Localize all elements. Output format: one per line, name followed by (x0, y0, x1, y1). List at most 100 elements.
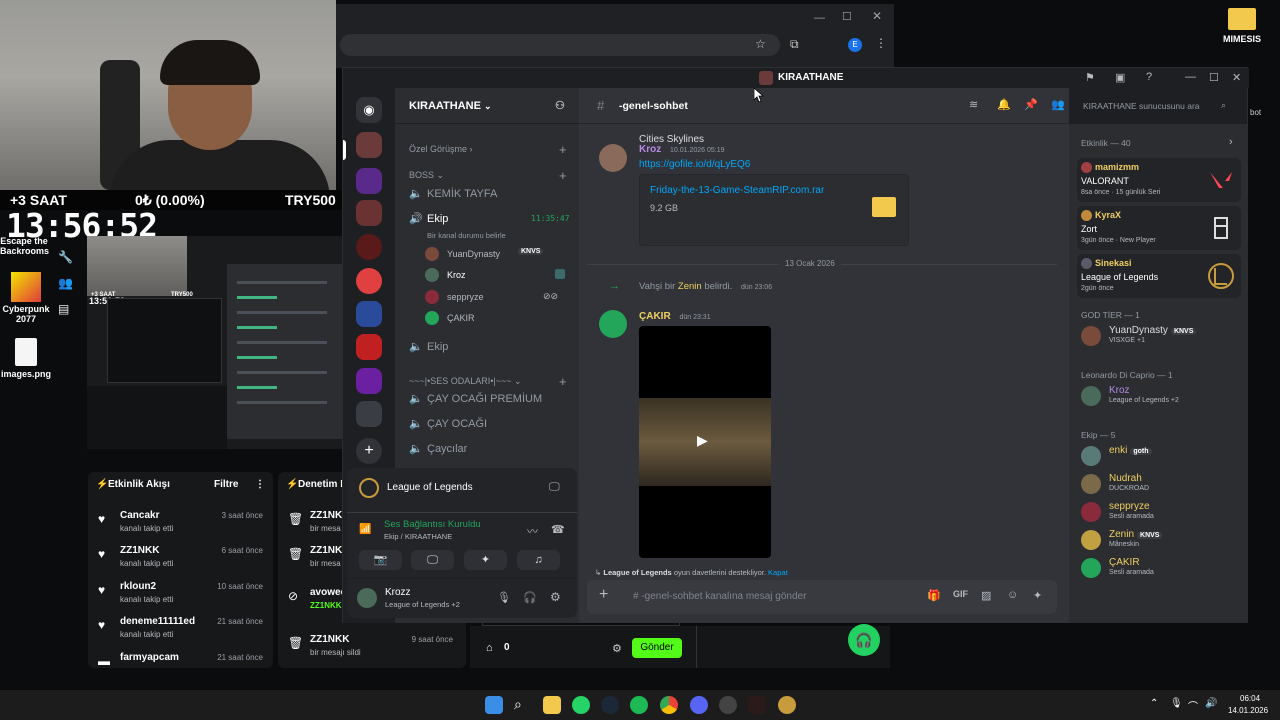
feed-item[interactable]: ♥ Cancakr kanalı takip etti 3 saat önce (88, 508, 273, 542)
headset-support-button[interactable]: 🎧 (848, 624, 880, 656)
user-avatar[interactable] (357, 588, 377, 608)
activity-card[interactable]: Sinekasi League of Legends 2gün önce (1077, 254, 1241, 298)
activity-screen-icon[interactable]: 🖵 (549, 481, 560, 494)
channel-status[interactable]: Bir kanal durumu belirle (427, 231, 506, 240)
desktop-icon-cyberpunk[interactable]: Cyberpunk 2077 (0, 272, 52, 324)
users-icon[interactable]: 👥 (58, 276, 74, 292)
message-author[interactable]: Kroz 10.01.2026 05:19 (639, 144, 725, 155)
store-icon[interactable]: ▤ (58, 302, 74, 318)
message-link[interactable]: https://gofile.io/d/qLyEQ6 (639, 159, 750, 170)
play-icon[interactable]: ▶ (697, 432, 708, 449)
wifi-icon[interactable]: ⌒ (1188, 698, 1198, 713)
microphone-icon[interactable]: 🎙 (1170, 698, 1183, 709)
inbox-icon[interactable]: ▣ (1115, 71, 1125, 84)
activity-card[interactable]: KyraX Zort 3gün önce · New Player (1077, 206, 1241, 250)
file-explorer-icon[interactable] (543, 696, 561, 714)
wrench-icon[interactable]: 🔧 (58, 250, 74, 266)
start-icon[interactable] (485, 696, 503, 714)
steam-icon[interactable] (601, 696, 619, 714)
discord-home-icon[interactable]: ◉ (356, 97, 382, 123)
app-icon[interactable] (719, 696, 737, 714)
channel-cay-ocagi[interactable]: 🔈 ÇAY OCAĞI (405, 415, 570, 435)
more-icon[interactable]: ⋮ (255, 472, 265, 498)
join-user[interactable]: Zenin (678, 281, 702, 292)
video-embed[interactable]: ▶ (639, 326, 771, 558)
message-author[interactable]: ÇAKIR dün 23:31 (639, 311, 711, 322)
add-channel-icon[interactable]: + (559, 142, 567, 157)
server-icon[interactable] (356, 200, 382, 226)
invite-icon[interactable]: ⚇ (555, 88, 565, 124)
obs-icon[interactable] (748, 696, 766, 714)
minimize-icon[interactable]: — (1185, 71, 1196, 83)
voice-channel[interactable]: Ekip / KIRAATHANE (384, 532, 452, 541)
chevron-right-icon[interactable]: › (1229, 136, 1233, 148)
add-attachment-icon[interactable]: + (599, 586, 608, 604)
settings-icon[interactable]: ⚙ (550, 590, 561, 604)
activities-button[interactable]: ✦ (464, 550, 507, 570)
server-kiraathane[interactable] (356, 132, 382, 158)
member-item[interactable]: Nudrah DUCKROAD (1081, 472, 1241, 498)
add-channel-icon[interactable]: + (559, 168, 567, 183)
server-icon[interactable] (356, 234, 382, 260)
file-attachment[interactable]: Friday-the-13-Game-SteamRIP.com.rar 9.2 … (639, 174, 909, 246)
invite-close-link[interactable]: Kapat (768, 568, 788, 577)
desktop-icon-images-png[interactable]: images.png (0, 338, 52, 379)
voice-user[interactable]: ÇAKIR (425, 309, 570, 329)
avatar[interactable] (599, 310, 627, 338)
member-item[interactable]: Kroz League of Legends +2 (1081, 384, 1241, 410)
maximize-icon[interactable]: ☐ (842, 10, 852, 23)
feed-item[interactable]: ▬ farmyapcam 21 saat önce (88, 650, 273, 668)
feed-item[interactable]: ♥ ZZ1NKK kanalı takip etti 6 saat önce (88, 543, 273, 577)
filter-button[interactable]: Filtre (214, 472, 238, 498)
feed-item[interactable]: ♥ deneme11111ed kanalı takip etti 21 saa… (88, 614, 273, 648)
category-ses-odalari[interactable]: ~~~|•SES ODALARI•|~~~ ⌄ + (409, 374, 567, 389)
extensions-icon[interactable]: ⧉ (790, 37, 799, 52)
settings-icon[interactable]: ⚙ (612, 642, 622, 655)
noise-suppression-icon[interactable]: 〰 (527, 523, 538, 539)
sticker-icon[interactable]: ▨ (981, 589, 991, 602)
add-server-icon[interactable]: + (356, 438, 382, 464)
channel-ekip-2[interactable]: 🔈 Ekip (405, 338, 570, 358)
server-icon[interactable] (356, 401, 382, 427)
soundboard-button[interactable]: ♫ (517, 550, 560, 570)
chevron-up-icon[interactable]: ⌃ (1150, 698, 1158, 709)
message-input[interactable]: + # -genel-sohbet kanalına mesaj gönder … (587, 580, 1057, 614)
category-boss[interactable]: BOSS ⌄ + (409, 168, 567, 183)
voice-user[interactable]: YuanDynasty KNVS (425, 245, 570, 265)
inbox-flag-icon[interactable]: ⚑ (1085, 71, 1095, 84)
channel-ekip[interactable]: 🔊 Ekip 11:35:47 (405, 210, 570, 230)
taskbar-time[interactable]: 06:04 (1240, 694, 1260, 703)
channel-kemik-tayfa[interactable]: 🔈 KEMİK TAYFA (405, 185, 570, 205)
voice-user[interactable]: seppryze ⊘⊘ (425, 288, 570, 308)
minimize-icon[interactable]: — (814, 12, 825, 24)
desktop-icon-mimesis[interactable]: MIMESIS (1212, 8, 1272, 44)
bell-icon[interactable]: 🔔 (997, 98, 1011, 111)
search-input[interactable]: KIRAATHANE sunucusunu ara ⌕ (1077, 96, 1237, 116)
profile-avatar[interactable]: E (848, 38, 862, 52)
star-icon[interactable]: ☆ (755, 37, 766, 51)
member-item[interactable]: Zenin KNVS Mâneskin (1081, 528, 1241, 554)
voice-user[interactable]: Kroz (425, 266, 570, 286)
server-icon[interactable] (356, 368, 382, 394)
server-icon[interactable] (356, 168, 382, 194)
add-channel-icon[interactable]: + (559, 374, 567, 389)
taskbar-date[interactable]: 14.01.2026 (1228, 706, 1268, 715)
screen-share-button[interactable]: 🖵 (411, 550, 454, 570)
camera-button[interactable]: 📷 (359, 550, 402, 570)
headphones-icon[interactable]: 🎧 (523, 591, 537, 604)
server-icon[interactable] (356, 268, 382, 294)
maximize-icon[interactable]: ☐ (1209, 71, 1219, 84)
gif-icon[interactable]: GIF (953, 589, 968, 599)
server-icon[interactable] (356, 334, 382, 360)
discord-icon[interactable] (690, 696, 708, 714)
league-icon[interactable] (778, 696, 796, 714)
members-icon[interactable]: 👥 (1051, 98, 1065, 111)
spotify-icon[interactable] (630, 696, 648, 714)
whatsapp-icon[interactable] (572, 696, 590, 714)
user-name[interactable]: Krozz (385, 587, 411, 598)
member-item[interactable]: enki goth (1081, 444, 1241, 470)
apps-icon[interactable]: ✦ (1033, 589, 1042, 602)
member-item[interactable]: ÇAKIR Sesli aramada (1081, 556, 1241, 582)
volume-icon[interactable]: 🔊 (1205, 698, 1217, 709)
disconnect-icon[interactable]: ☎ (551, 523, 565, 536)
